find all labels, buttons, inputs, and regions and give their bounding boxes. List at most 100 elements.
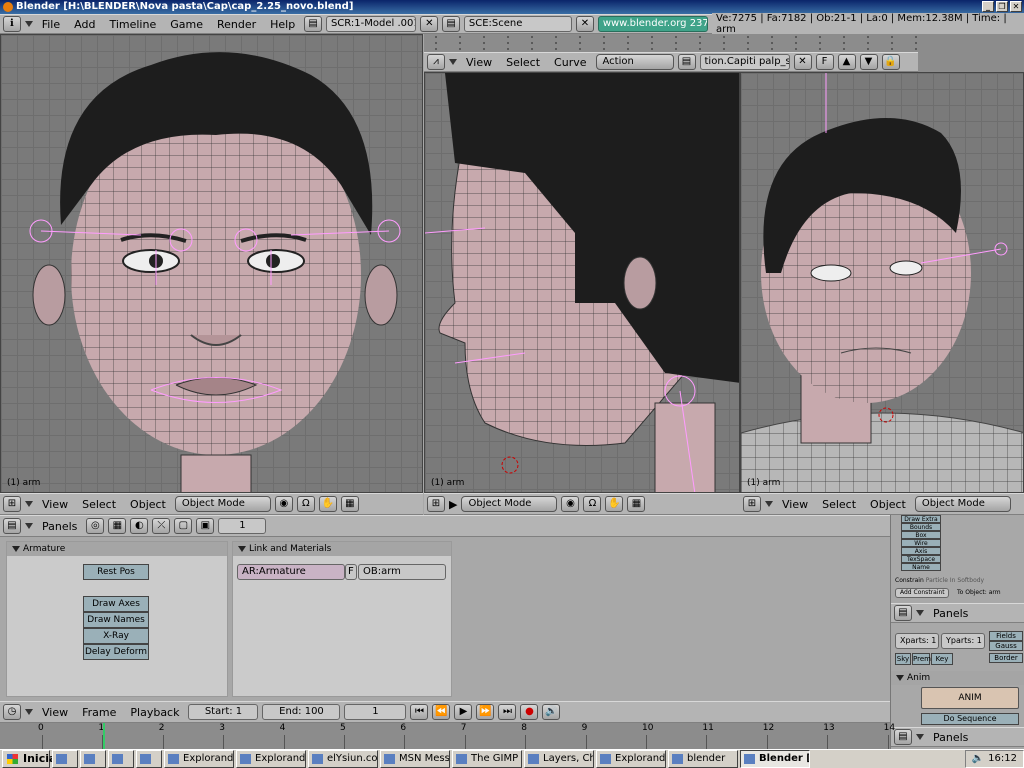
quicklaunch-desktop-icon[interactable] (52, 750, 78, 768)
persp-menu-select[interactable]: Select (817, 498, 861, 511)
current-frame-marker[interactable] (103, 723, 105, 749)
rest-pos-button[interactable]: Rest Pos (83, 564, 149, 580)
action-collapse-icon[interactable] (449, 59, 457, 65)
layers-icon[interactable]: ▦ (340, 496, 359, 512)
menu-render[interactable]: Render (212, 18, 261, 31)
premul-button[interactable]: Prem (912, 653, 931, 665)
restore-button[interactable]: ❐ (996, 1, 1008, 12)
action-mode-dropdown[interactable]: Action (595, 54, 674, 70)
buttons-type-icon[interactable]: ▤ (3, 518, 21, 534)
box-button[interactable]: Box (901, 531, 941, 539)
sky-button[interactable]: Sky (895, 653, 911, 665)
taskbar-item-msn[interactable]: MSN Messe... (380, 750, 450, 768)
taskbar-item-elysiun[interactable]: elYsiun.com... (308, 750, 378, 768)
screen-browse-icon[interactable]: ▤ (304, 16, 322, 32)
timeline-collapse-icon[interactable] (25, 709, 33, 715)
draw-names-button[interactable]: Draw Names (83, 612, 149, 628)
play-icon[interactable]: ▶ (454, 704, 473, 720)
armature-datablock-field[interactable]: AR:Armature (237, 564, 345, 580)
quicklaunch-mail-icon[interactable] (108, 750, 134, 768)
texspace-button[interactable]: TexSpace (901, 555, 941, 563)
bounds-button[interactable]: Bounds (901, 523, 941, 531)
right-collapse-icon-2[interactable] (916, 734, 924, 740)
link-panel-title[interactable]: Link and Materials (233, 542, 451, 556)
draw-type-icon-2[interactable]: ◉ (561, 496, 580, 512)
taskbar-item-explorando-1[interactable]: Explorando... (164, 750, 234, 768)
front-menu-object[interactable]: Object (125, 498, 171, 511)
draw-extra-button[interactable]: Draw Extra (901, 515, 941, 523)
timeline-menu-view[interactable]: View (37, 706, 73, 719)
view3d-collapse-icon-3[interactable] (765, 501, 773, 507)
right-menu-panels-2[interactable]: Panels (928, 731, 973, 744)
right-buttons-type-icon[interactable]: ▤ (894, 605, 912, 621)
minimize-button[interactable]: _ (982, 1, 994, 12)
close-button[interactable]: ✕ (1010, 1, 1022, 12)
xparts-field[interactable]: Xparts: 1 (895, 633, 939, 649)
context-script-icon[interactable]: ▦ (108, 518, 127, 534)
anim-panel-title[interactable]: Anim (891, 671, 1024, 685)
context-scene-icon[interactable]: ▣ (196, 518, 215, 534)
do-sequence-button[interactable]: Do Sequence (921, 713, 1019, 725)
action-browse-icon[interactable]: ▤ (677, 54, 696, 70)
draw-type-icon[interactable]: ◉ (274, 496, 293, 512)
menu-timeline[interactable]: Timeline (104, 18, 161, 31)
persp-mode-dropdown[interactable]: Object Mode (914, 496, 1011, 512)
pivot-icon-2[interactable]: Ω (583, 496, 602, 512)
start-frame-field[interactable]: Start: 1 (188, 704, 259, 720)
key-button[interactable]: Key (931, 653, 953, 665)
collapse-menu-icon[interactable] (24, 21, 33, 27)
border-button[interactable]: Border (989, 653, 1023, 663)
action-fake-user-button[interactable]: F (815, 54, 834, 70)
current-frame-field[interactable]: 1 (344, 704, 407, 720)
jump-start-icon[interactable]: ⏮ (410, 704, 429, 720)
audio-icon[interactable]: 🔊 (542, 704, 561, 720)
frame-number-field[interactable]: 1 (218, 518, 267, 534)
action-name-field[interactable]: tion.Capiti palp_su (699, 54, 790, 70)
action-menu-curve[interactable]: Curve (549, 56, 591, 69)
view3d-type-icon-3[interactable]: ⊞ (743, 496, 761, 512)
action-delete-icon[interactable]: ✕ (793, 54, 812, 70)
side-mode-dropdown[interactable]: Object Mode (461, 496, 558, 512)
x-ray-button[interactable]: X-Ray (83, 628, 149, 644)
jump-end-icon[interactable]: ⏭ (498, 704, 517, 720)
menu-help[interactable]: Help (265, 18, 300, 31)
screen-field[interactable]: SCR:1-Model .001 (325, 16, 417, 32)
hand-icon-2[interactable]: ✋ (605, 496, 624, 512)
front-menu-select[interactable]: Select (77, 498, 121, 511)
taskbar-item-blender-active[interactable]: Blender [H... (740, 750, 810, 768)
armature-fake-user[interactable]: F (345, 564, 357, 580)
buttons-menu-panels[interactable]: Panels (37, 520, 82, 533)
pivot-icon[interactable]: Ω (296, 496, 315, 512)
menu-game[interactable]: Game (165, 18, 208, 31)
quicklaunch-ie-icon[interactable] (80, 750, 106, 768)
scene-field[interactable]: SCE:Scene (463, 16, 573, 32)
end-frame-field[interactable]: End: 100 (262, 704, 341, 720)
taskbar-item-explorando-3[interactable]: Explorando... (596, 750, 666, 768)
timeline-menu-frame[interactable]: Frame (77, 706, 121, 719)
view3d-type-icon-2[interactable]: ⊞ (427, 496, 445, 512)
axis-button[interactable]: Axis (901, 547, 941, 555)
context-shading-icon[interactable]: ◐ (130, 518, 149, 534)
draw-axes-button[interactable]: Draw Axes (83, 596, 149, 612)
context-editing-icon[interactable]: ▢ (174, 518, 193, 534)
tab-constrain[interactable]: Constrain (895, 577, 924, 587)
delay-deform-button[interactable]: Delay Deform (83, 644, 149, 660)
key-down-icon[interactable]: ▼ (859, 54, 878, 70)
record-icon[interactable]: ● (520, 704, 539, 720)
timeline-ruler[interactable]: 0 1 2 3 4 5 6 7 8 9 10 11 12 13 14 (0, 723, 895, 749)
name-button[interactable]: Name (901, 563, 941, 571)
wire-button[interactable]: Wire (901, 539, 941, 547)
yparts-field[interactable]: Yparts: 1 (941, 633, 985, 649)
expand-arrow-icon[interactable]: ▶ (449, 498, 457, 511)
context-object-icon[interactable]: ⤫ (152, 518, 171, 534)
lock-icon[interactable]: 🔒 (881, 54, 900, 70)
tab-particle[interactable]: Particle In (926, 577, 956, 587)
layers-icon-2[interactable]: ▦ (627, 496, 646, 512)
viewport-front[interactable]: (1) arm (0, 34, 423, 493)
object-name-field[interactable]: OB:arm (358, 564, 446, 580)
armature-panel-title[interactable]: Armature (7, 542, 227, 556)
menu-add[interactable]: Add (69, 18, 100, 31)
anim-render-button[interactable]: ANIM (921, 687, 1019, 709)
tray-volume-icon[interactable]: 🔈 (972, 751, 984, 767)
taskbar-item-blender[interactable]: blender (668, 750, 738, 768)
